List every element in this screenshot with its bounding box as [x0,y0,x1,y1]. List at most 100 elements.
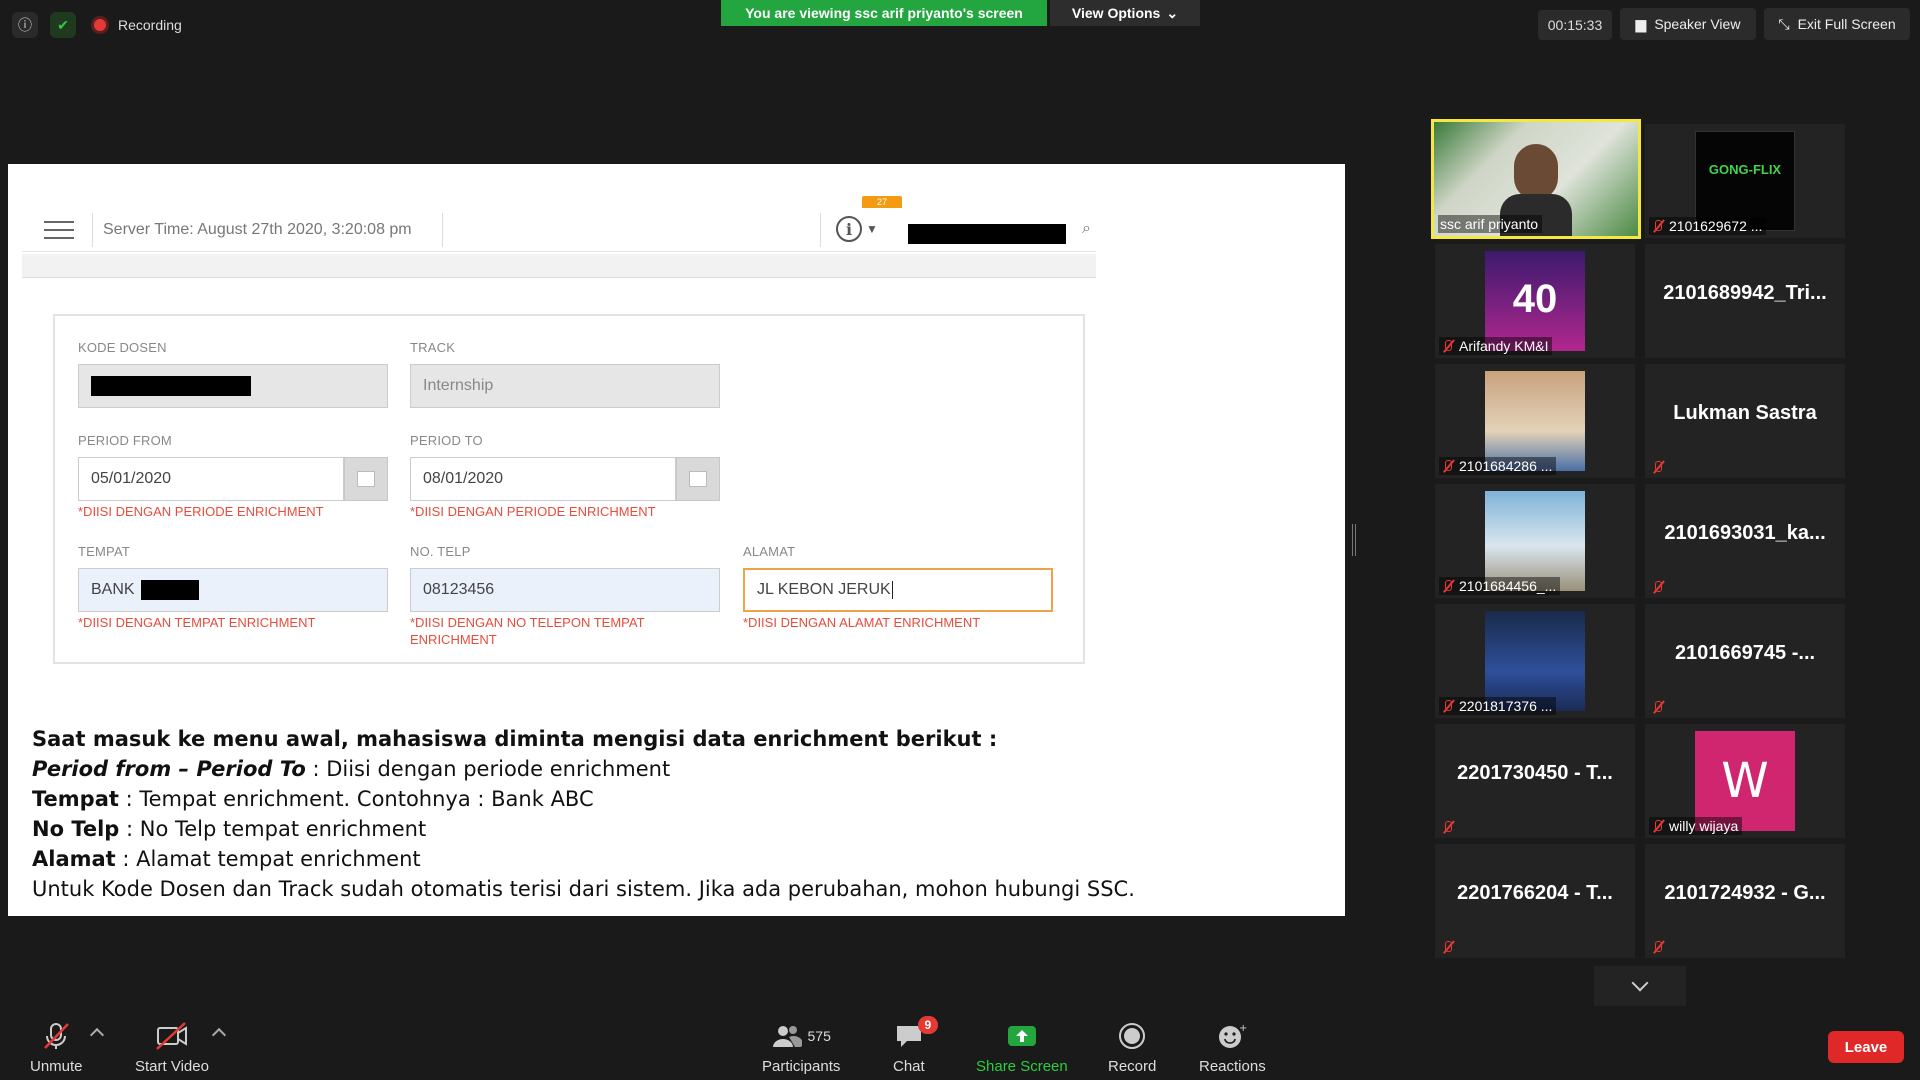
viewing-banner: You are viewing ssc arif priyanto's scre… [721,0,1047,26]
track-field[interactable]: Internship [410,364,720,408]
participant-name: 2101629672 ... [1649,217,1767,235]
share-screen-button[interactable]: Share Screen [976,1022,1068,1075]
participant-tile[interactable]: Lukman Sastra [1645,364,1845,478]
participant-tile[interactable]: 2201817376 ... [1435,604,1635,718]
audio-options-caret-icon[interactable] [89,1027,105,1043]
participant-tile[interactable]: 2201730450 - T... [1435,724,1635,838]
exit-full-screen-button[interactable]: ⤡ Exit Full Screen [1764,8,1910,40]
participant-name-text: 2101684456_... [1459,578,1557,594]
header-divider [820,213,821,247]
kode-dosen-field[interactable] [78,364,388,408]
participant-status [1649,579,1669,595]
muted-mic-icon [1651,819,1665,833]
muted-mic-icon [1441,699,1455,713]
participant-status [1649,939,1669,955]
participant-tile[interactable]: 2101669745 -... [1645,604,1845,718]
participants-button[interactable]: 575 Participants [762,1022,840,1075]
instruction-val-telp: : No Telp tempat enrichment [119,817,427,841]
participant-tile[interactable]: W willy wijaya [1645,724,1845,838]
participant-avatar: GONG-FLIX [1695,131,1795,231]
participant-tile[interactable]: ssc arif priyanto [1431,119,1641,239]
server-time: Server Time: August 27th 2020, 3:20:08 p… [103,220,412,238]
instruction-val-alamat: : Alamat tempat enrichment [115,847,421,871]
telp-field[interactable]: 08123456 [410,568,720,612]
app-header: Server Time: August 27th 2020, 3:20:08 p… [22,196,1096,252]
participant-name-display: 2201730450 - T... [1457,762,1613,784]
period-from-field[interactable]: 05/01/2020 [78,457,344,501]
participant-tile[interactable]: 2101684286 ... [1435,364,1635,478]
video-options-caret-icon[interactable] [211,1027,227,1043]
calendar-icon[interactable] [344,457,388,501]
participant-name-display: 2101689942_Tri... [1663,282,1827,304]
share-screen-label: Share Screen [976,1058,1068,1075]
reactions-label: Reactions [1199,1058,1266,1075]
muted-mic-icon [1441,339,1455,353]
muted-mic-icon [41,1022,71,1050]
redacted-search-box[interactable] [908,224,1066,244]
speaker-view-button[interactable]: ▆ Speaker View [1620,8,1756,40]
calendar-icon[interactable] [676,457,720,501]
participant-tile[interactable]: 2101693031_ka... [1645,484,1845,598]
participant-tile[interactable]: 2101689942_Tri... [1645,244,1845,358]
bottom-toolbar: Unmute Start Video 575 Participants 9 Ch… [0,1010,1920,1080]
gallery-scroll-down-button[interactable] [1594,966,1686,1006]
notification-badge: 27 [862,196,902,208]
speaker-view-icon: ▆ [1635,15,1647,32]
shield-icon[interactable]: ✔ [50,12,76,38]
tempat-field[interactable]: BANK [78,568,388,612]
participant-name-text: Arifandy KM&I [1459,338,1549,354]
participant-tile[interactable]: 40 Arifandy KM&I [1435,244,1635,358]
record-icon [1118,1022,1146,1050]
notification-dropdown[interactable]: i ▼ [836,216,878,242]
period-to-field[interactable]: 08/01/2020 [410,457,676,501]
gong-flix-logo: GONG-FLIX [1708,162,1782,177]
leave-button[interactable]: Leave [1828,1031,1904,1063]
search-icon[interactable]: ⌕ [1082,220,1091,238]
muted-mic-icon [1651,460,1665,474]
participant-name: 2101684286 ... [1439,457,1557,475]
muted-mic-icon [1651,580,1665,594]
tempat-value: BANK [91,581,135,598]
participant-name-text: willy wijaya [1669,818,1739,834]
share-screen-icon [1006,1022,1038,1050]
info-icon[interactable]: ⓘ [12,12,38,38]
participant-status [1439,819,1459,835]
track-label: TRACK [410,340,456,355]
start-video-button[interactable]: Start Video [135,1022,209,1075]
muted-mic-icon [1651,219,1665,233]
period-to-error: *DIISI DENGAN PERIODE ENRICHMENT [410,504,656,519]
participant-tile[interactable]: 2101724932 - G... [1645,844,1845,958]
telp-error-line1: *DIISI DENGAN NO TELEPON TEMPAT [410,615,645,630]
muted-mic-icon [1441,459,1455,473]
hamburger-menu-icon[interactable] [44,220,74,239]
participant-name: willy wijaya [1649,817,1743,835]
instruction-val-period: : Diisi dengan periode enrichment [305,757,671,781]
caret-down-icon: ▼ [866,222,878,236]
participant-name-display: 2201766204 - T... [1457,882,1613,904]
split-resize-handle[interactable] [1352,524,1356,556]
view-options-button[interactable]: View Options ⌄ [1050,0,1200,26]
top-bar: ⓘ ✔ Recording You are viewing ssc arif p… [0,0,1920,50]
alamat-value: JL KEBON JERUK [757,581,891,598]
instruction-val-tempat: : Tempat enrichment. Contohnya : Bank AB… [118,787,594,811]
participant-name: 2101684456_... [1439,577,1561,595]
participant-name-text: ssc arif priyanto [1440,216,1539,232]
text-cursor [891,581,893,599]
alamat-field[interactable]: JL KEBON JERUK [743,568,1053,612]
participant-name-display: 2101669745 -... [1674,642,1816,664]
muted-mic-icon [1441,940,1455,954]
redacted-value [140,580,199,600]
kode-dosen-label: KODE DOSEN [78,340,167,355]
reactions-button[interactable]: + Reactions [1199,1022,1266,1075]
chevron-down-icon [1631,974,1649,992]
instruction-line-6: Untuk Kode Dosen dan Track sudah otomati… [32,877,1135,901]
participant-tile[interactable]: 2201766204 - T... [1435,844,1635,958]
header-divider [442,213,443,247]
participant-tile[interactable]: 2101684456_... [1435,484,1635,598]
record-button[interactable]: Record [1108,1022,1156,1075]
chat-button[interactable]: 9 Chat [893,1016,938,1075]
unmute-button[interactable]: Unmute [30,1022,83,1075]
participant-tile[interactable]: GONG-FLIX 2101629672 ... [1645,124,1845,238]
record-label: Record [1108,1058,1157,1075]
instruction-key-alamat: Alamat [32,847,116,871]
